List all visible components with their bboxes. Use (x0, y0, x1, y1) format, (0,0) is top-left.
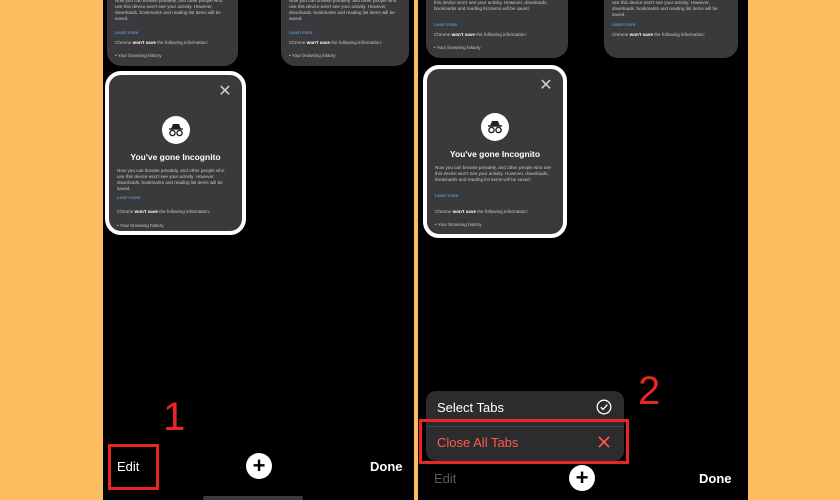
card-list-item: • Your browsing history (117, 223, 164, 228)
close-icon[interactable]: ✕ (218, 84, 232, 100)
card-list-item: • Your browsing history (289, 53, 336, 58)
plus-icon[interactable]: + (569, 465, 595, 491)
select-tabs-label: Select Tabs (437, 400, 504, 415)
learn-more-link[interactable]: Learn more (289, 30, 313, 35)
close-icon[interactable]: ✕ (539, 78, 553, 94)
annotation-number-1: 1 (163, 395, 186, 439)
tab-card-partial-right[interactable]: Now you can browse privately, and other … (281, 0, 409, 66)
card-save-text: Chrome won't save the following informat… (115, 40, 209, 45)
learn-more-link[interactable]: Learn more (115, 30, 139, 35)
card-save-text: Chrome won't save the following informat… (117, 209, 211, 214)
learn-more-link[interactable]: Learn more (435, 193, 459, 198)
card-save-text: Chrome won't save the following informat… (434, 32, 528, 37)
annotation-box-close-all (419, 419, 629, 464)
learn-more-link[interactable]: Learn more (612, 22, 636, 27)
card-body-text: Now you can browse privately, and other … (612, 0, 718, 17)
annotation-number-2: 2 (638, 369, 661, 413)
card-body-text: Now you can browse privately, and other … (435, 165, 552, 182)
learn-more-link[interactable]: Learn more (434, 22, 458, 27)
card-title: You've gone Incognito (449, 149, 541, 159)
card-list-item: • Your browsing history (434, 45, 481, 50)
done-button[interactable]: Done (370, 459, 403, 474)
check-circle-icon (596, 399, 612, 415)
plus-icon[interactable]: + (246, 453, 272, 479)
card-body-text: Now you can browse privately, and other … (434, 0, 548, 11)
card-list-item: • Your browsing history (115, 53, 162, 58)
tab-card-partial-left[interactable]: Now you can browse privately, and other … (107, 0, 238, 66)
card-save-text: Chrome won't save the following informat… (435, 209, 529, 214)
card-body-text: Now you can browse privately, and other … (115, 0, 223, 21)
annotation-box-edit (108, 444, 159, 490)
incognito-tab-card[interactable]: ✕ You've gone Incognito Now you can brow… (105, 71, 246, 235)
incognito-icon (481, 113, 509, 141)
incognito-icon (161, 116, 190, 144)
tab-card-partial-right[interactable]: Now you can browse privately, and other … (604, 0, 738, 58)
card-body-text: Now you can browse privately, and other … (117, 168, 225, 191)
card-save-text: Chrome won't save the following informat… (612, 32, 706, 37)
card-title: You've gone Incognito (130, 152, 221, 162)
card-save-text: Chrome won't save the following informat… (289, 40, 383, 45)
learn-more-link[interactable]: Learn more (117, 195, 141, 200)
incognito-tab-card[interactable]: ✕ You've gone Incognito Now you can brow… (423, 65, 567, 238)
left-phone-screen: Now you can browse privately, and other … (103, 0, 414, 500)
done-button[interactable]: Done (699, 471, 732, 486)
edit-button[interactable]: Edit (434, 471, 456, 486)
tab-card-partial-left[interactable]: Now you can browse privately, and other … (426, 0, 568, 58)
home-indicator (203, 496, 303, 500)
card-body-text: Now you can browse privately, and other … (289, 0, 397, 21)
card-list-item: • Your browsing history (435, 222, 482, 227)
